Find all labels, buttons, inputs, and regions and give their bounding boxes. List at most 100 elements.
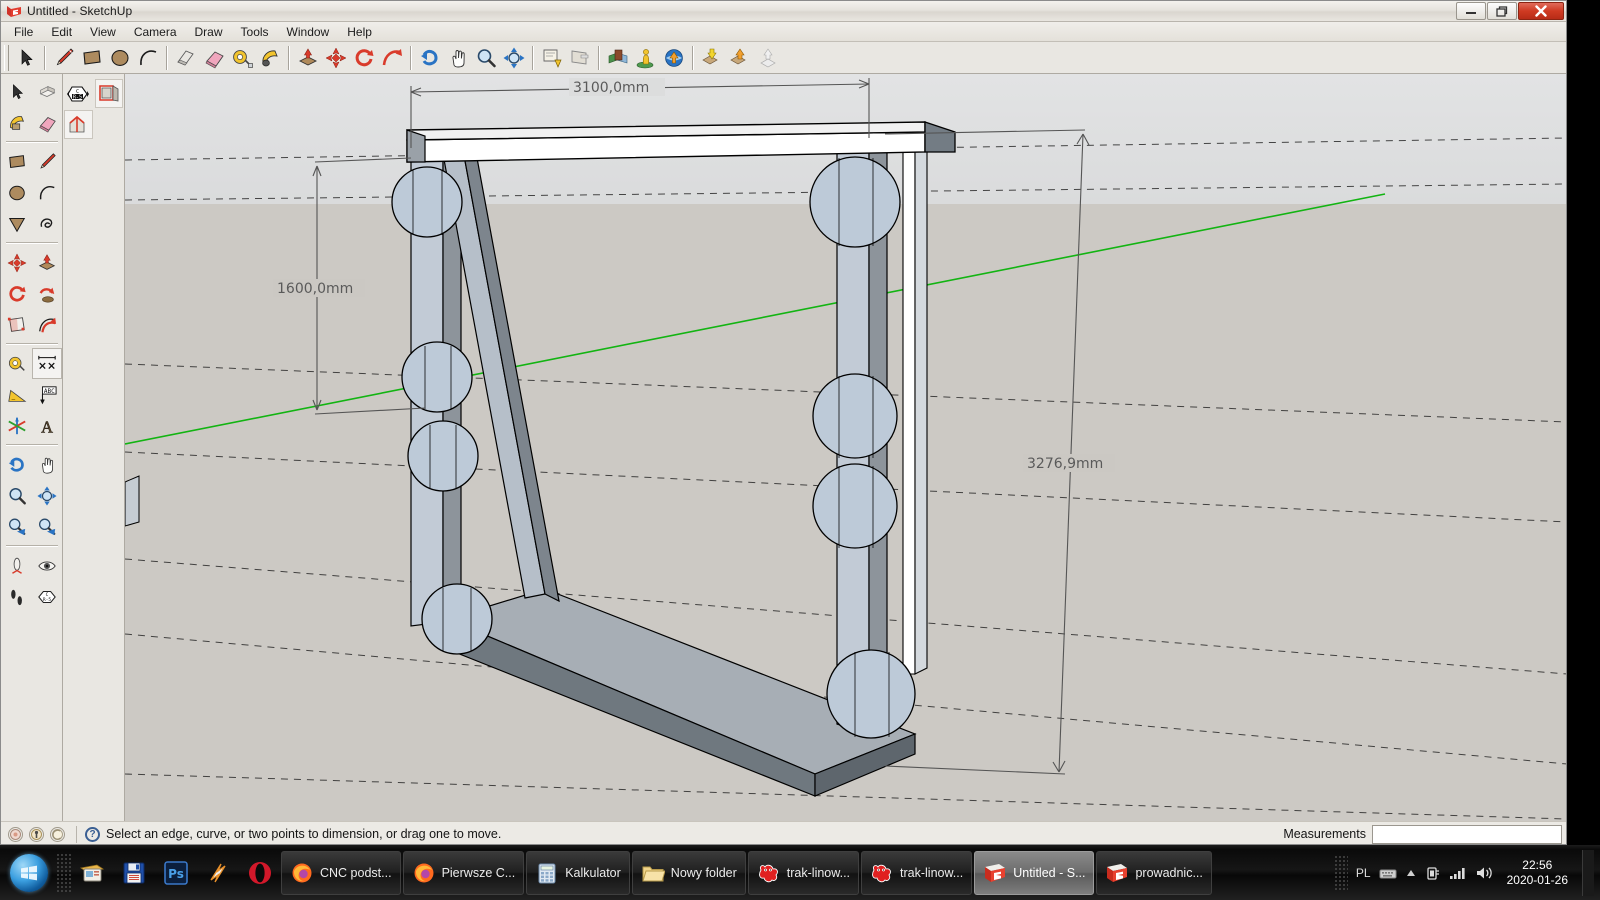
menu-item-file[interactable]: File [5, 23, 42, 41]
orbit-tool[interactable] [2, 449, 32, 480]
geo-credit-icon[interactable] [29, 826, 44, 842]
task-cnc[interactable]: CNC podst... [281, 850, 401, 895]
volume-icon[interactable] [1475, 865, 1493, 881]
task-prowadnice[interactable]: prowadnic... [1096, 850, 1212, 895]
text-tool[interactable]: ABC [32, 379, 62, 410]
freehand-tool[interactable] [32, 208, 62, 239]
task-untitled-sketchup[interactable]: Untitled - S... [974, 850, 1095, 895]
zoom-tool[interactable] [2, 480, 32, 511]
orbit-tool[interactable] [416, 44, 444, 72]
zoom-extents-tool[interactable] [32, 480, 62, 511]
share-model-button[interactable] [660, 44, 688, 72]
protractor-tool[interactable] [2, 379, 32, 410]
zoom-extents-tool[interactable] [500, 44, 528, 72]
arc-tool[interactable] [32, 177, 62, 208]
ql-winamp[interactable] [198, 850, 238, 896]
line-tool[interactable] [50, 44, 78, 72]
make-component-tool[interactable] [32, 76, 62, 107]
push-pull-tool[interactable] [32, 247, 62, 278]
rotate-tool[interactable] [2, 278, 32, 309]
display-section-cuts-button[interactable] [64, 110, 93, 139]
move-tool[interactable] [2, 247, 32, 278]
move-tool[interactable] [322, 44, 350, 72]
eraser-tool[interactable] [172, 44, 200, 72]
position-camera-tool[interactable] [2, 550, 32, 581]
menu-item-window[interactable]: Window [278, 23, 339, 41]
toolbar-grip[interactable] [4, 44, 9, 71]
previous-view-tool[interactable] [32, 511, 62, 542]
push-pull-tool[interactable] [256, 44, 284, 72]
menu-item-camera[interactable]: Camera [125, 23, 186, 41]
minimize-button[interactable] [1456, 2, 1486, 20]
start-button[interactable] [2, 850, 56, 896]
language-indicator[interactable]: PL [1356, 866, 1371, 880]
push-pull-extrude-tool[interactable] [294, 44, 322, 72]
menu-item-view[interactable]: View [81, 23, 125, 41]
upload-component-button[interactable] [726, 44, 754, 72]
keyboard-layout-icon[interactable] [1379, 866, 1397, 880]
task-nowy-folder[interactable]: Nowy folder [631, 850, 746, 895]
pan-tool[interactable] [444, 44, 472, 72]
model-viewport[interactable]: 3100,0mm 1600,0mm 3276,9mm [125, 74, 1566, 821]
arc-tool[interactable] [134, 44, 162, 72]
power-plug-icon[interactable] [1425, 865, 1441, 881]
line-tool[interactable] [32, 146, 62, 177]
ql-photoshop[interactable]: Ps [156, 850, 196, 896]
zoom-tool[interactable] [472, 44, 500, 72]
menu-item-help[interactable]: Help [338, 23, 381, 41]
3d-text-tool[interactable]: A [32, 410, 62, 441]
rectangle-tool[interactable] [78, 44, 106, 72]
circle-tool[interactable] [106, 44, 134, 72]
rotate-tool[interactable] [350, 44, 378, 72]
ql-media-center[interactable] [72, 850, 112, 896]
zoom-window-tool[interactable] [2, 511, 32, 542]
menu-item-edit[interactable]: Edit [42, 23, 81, 41]
task-trak-linow-1[interactable]: trak-linow... [747, 850, 860, 895]
3d-warehouse-button[interactable] [604, 44, 632, 72]
ql-save[interactable] [114, 850, 154, 896]
section-plane-button[interactable]: C R-5 [64, 79, 93, 108]
question-mark-icon[interactable]: ? [85, 826, 100, 842]
walk-tool[interactable] [2, 581, 32, 612]
restore-button[interactable] [1487, 2, 1517, 20]
follow-me-tool[interactable] [32, 278, 62, 309]
close-button[interactable] [1518, 2, 1564, 20]
tape-measure-tool[interactable] [2, 348, 32, 379]
paint-bucket-tool[interactable] [2, 107, 32, 138]
display-section-planes-button[interactable] [94, 79, 123, 108]
geo-claim-icon[interactable] [50, 826, 65, 842]
show-hidden-icons-icon[interactable] [1405, 868, 1417, 878]
select-tool[interactable] [2, 76, 32, 107]
measurements-input[interactable] [1372, 825, 1562, 844]
task-trak-linow-2[interactable]: trak-linow... [861, 850, 973, 895]
section-plane-tool[interactable]: C R-5 [32, 581, 62, 612]
task-pierwsze[interactable]: Pierwsze C... [402, 850, 525, 895]
ql-opera[interactable] [240, 850, 280, 896]
clock[interactable]: 22:56 2020-01-26 [1501, 858, 1574, 888]
paint-bucket-tool[interactable] [200, 44, 228, 72]
pan-tool[interactable] [32, 449, 62, 480]
axes-tool[interactable] [2, 410, 32, 441]
taskbar-grip[interactable] [56, 852, 72, 893]
tray-grip[interactable] [1333, 854, 1348, 891]
rectangle-tool[interactable] [2, 146, 32, 177]
menu-item-draw[interactable]: Draw [186, 23, 232, 41]
polygon-tool[interactable] [2, 208, 32, 239]
scale-tool[interactable] [2, 309, 32, 340]
menu-item-tools[interactable]: Tools [232, 23, 278, 41]
geo-location-icon[interactable] [8, 826, 23, 842]
circle-tool[interactable] [2, 177, 32, 208]
tape-measure-tool[interactable] [228, 44, 256, 72]
eraser-tool[interactable] [32, 107, 62, 138]
offset-tool[interactable] [32, 309, 62, 340]
show-desktop-button[interactable] [1582, 849, 1594, 896]
extension-warehouse-button[interactable] [754, 44, 782, 72]
download-component-button[interactable] [698, 44, 726, 72]
network-signal-icon[interactable] [1449, 866, 1467, 880]
dimension-tool[interactable] [31, 348, 62, 379]
select-tool[interactable] [12, 44, 40, 72]
look-around-tool[interactable] [32, 550, 62, 581]
follow-me-tool[interactable] [378, 44, 406, 72]
add-location-button[interactable] [632, 44, 660, 72]
previous-view-button[interactable] [538, 44, 566, 72]
